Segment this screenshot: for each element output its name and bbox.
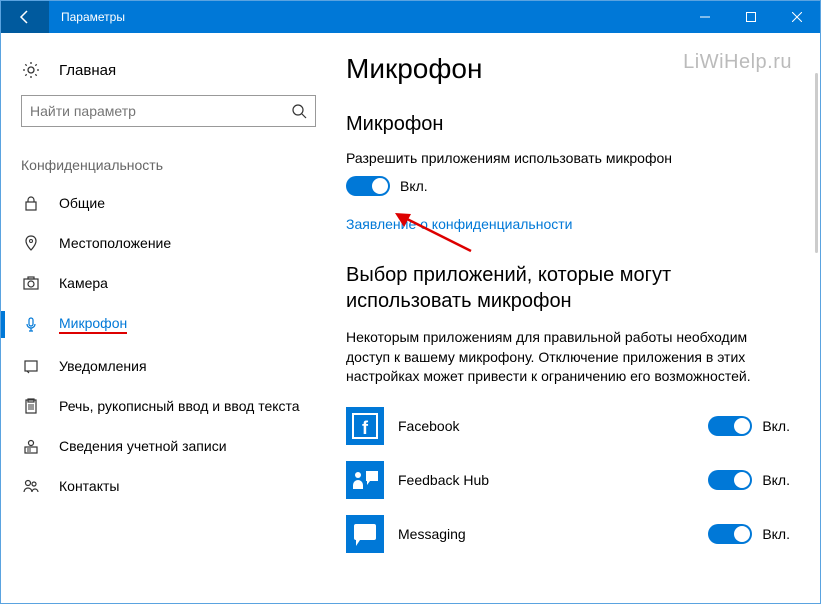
toggle-knob bbox=[734, 526, 750, 542]
sidebar-item-account[interactable]: Сведения учетной записи bbox=[1, 426, 336, 466]
notification-icon bbox=[21, 358, 41, 374]
window-title: Параметры bbox=[49, 10, 682, 24]
camera-icon bbox=[21, 275, 41, 291]
main-toggle-row: Вкл. bbox=[346, 176, 790, 196]
microphone-permission-toggle[interactable] bbox=[346, 176, 390, 196]
active-indicator bbox=[1, 311, 5, 338]
messaging-icon bbox=[346, 515, 384, 553]
account-icon bbox=[21, 438, 41, 454]
facebook-icon: f bbox=[346, 407, 384, 445]
clipboard-icon bbox=[21, 398, 41, 414]
toggle-knob bbox=[372, 178, 388, 194]
back-button[interactable] bbox=[1, 1, 49, 33]
app-toggle-facebook[interactable] bbox=[708, 416, 752, 436]
sidebar-item-contacts[interactable]: Контакты bbox=[1, 466, 336, 506]
maximize-button[interactable] bbox=[728, 1, 774, 33]
toggle-knob bbox=[734, 418, 750, 434]
watermark: LiWiHelp.ru bbox=[683, 51, 792, 74]
sidebar-item-label: Общие bbox=[59, 195, 105, 211]
app-toggle-state: Вкл. bbox=[762, 472, 790, 488]
sidebar-item-label: Местоположение bbox=[59, 235, 171, 251]
app-toggle-state: Вкл. bbox=[762, 418, 790, 434]
app-toggle-messaging[interactable] bbox=[708, 524, 752, 544]
toggle-state-label: Вкл. bbox=[400, 178, 428, 194]
app-row-facebook: f Facebook Вкл. bbox=[346, 407, 790, 445]
sidebar-item-microphone[interactable]: Микрофон bbox=[1, 303, 336, 346]
sidebar-category: Конфиденциальность bbox=[1, 147, 336, 183]
section-title: Микрофон bbox=[346, 113, 790, 136]
main-content: LiWiHelp.ru Микрофон Микрофон Разрешить … bbox=[336, 33, 820, 603]
scrollbar[interactable] bbox=[815, 73, 818, 253]
sidebar-home[interactable]: Главная bbox=[1, 53, 336, 95]
svg-text:f: f bbox=[362, 418, 369, 438]
search-box[interactable] bbox=[21, 95, 316, 127]
sidebar: Главная Конфиденциальность Общие Местопо… bbox=[1, 33, 336, 603]
toggle-knob bbox=[734, 472, 750, 488]
sidebar-item-label: Микрофон bbox=[59, 315, 127, 334]
search-icon bbox=[291, 103, 307, 119]
location-icon bbox=[21, 235, 41, 251]
sidebar-item-label: Камера bbox=[59, 275, 108, 291]
apps-section-title: Выбор приложений, которые могут использо… bbox=[346, 262, 790, 314]
app-name: Feedback Hub bbox=[398, 472, 708, 488]
permission-description: Разрешить приложениям использовать микро… bbox=[346, 150, 790, 166]
maximize-icon bbox=[746, 12, 756, 22]
app-toggle-state: Вкл. bbox=[762, 526, 790, 542]
sidebar-item-label: Уведомления bbox=[59, 358, 147, 374]
close-icon bbox=[792, 12, 802, 22]
window-controls bbox=[682, 1, 820, 33]
app-row-messaging: Messaging Вкл. bbox=[346, 515, 790, 553]
titlebar: Параметры bbox=[1, 1, 820, 33]
apps-section-description: Некоторым приложениям для правильной раб… bbox=[346, 328, 790, 387]
gear-icon bbox=[21, 61, 41, 79]
privacy-statement-link[interactable]: Заявление о конфиденциальности bbox=[346, 216, 572, 232]
arrow-left-icon bbox=[17, 9, 33, 25]
search-input[interactable] bbox=[30, 103, 291, 119]
lock-icon bbox=[21, 195, 41, 211]
sidebar-item-notifications[interactable]: Уведомления bbox=[1, 346, 336, 386]
app-name: Facebook bbox=[398, 418, 708, 434]
sidebar-item-camera[interactable]: Камера bbox=[1, 263, 336, 303]
sidebar-home-label: Главная bbox=[59, 62, 116, 79]
close-button[interactable] bbox=[774, 1, 820, 33]
sidebar-item-label: Сведения учетной записи bbox=[59, 438, 227, 454]
app-toggle-feedback-hub[interactable] bbox=[708, 470, 752, 490]
sidebar-item-label: Контакты bbox=[59, 478, 119, 494]
sidebar-item-location[interactable]: Местоположение bbox=[1, 223, 336, 263]
minimize-button[interactable] bbox=[682, 1, 728, 33]
contacts-icon bbox=[21, 478, 41, 494]
app-name: Messaging bbox=[398, 526, 708, 542]
microphone-icon bbox=[21, 317, 41, 333]
app-row-feedback-hub: Feedback Hub Вкл. bbox=[346, 461, 790, 499]
sidebar-item-label: Речь, рукописный ввод и ввод текста bbox=[59, 398, 300, 414]
sidebar-item-speech[interactable]: Речь, рукописный ввод и ввод текста bbox=[1, 386, 336, 426]
feedback-hub-icon bbox=[346, 461, 384, 499]
sidebar-item-general[interactable]: Общие bbox=[1, 183, 336, 223]
minimize-icon bbox=[700, 12, 710, 22]
